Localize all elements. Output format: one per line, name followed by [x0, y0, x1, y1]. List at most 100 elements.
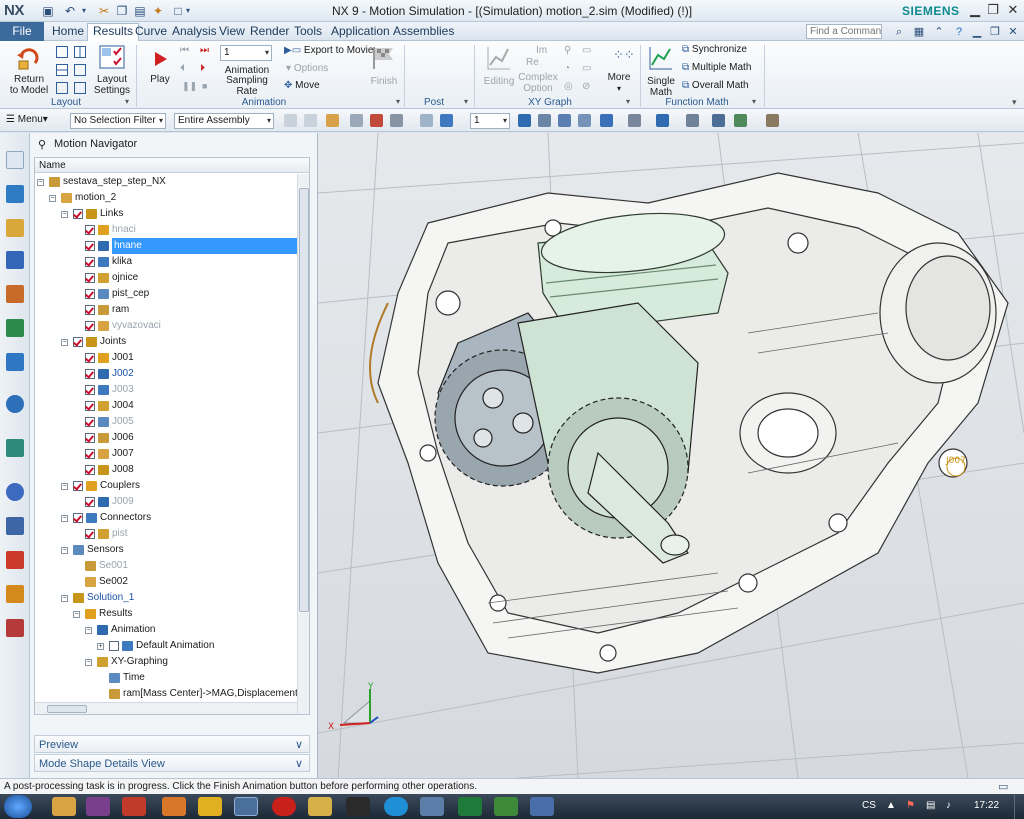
layout-single-icon[interactable]: [56, 46, 68, 58]
filter-icon-1[interactable]: [284, 114, 297, 127]
visibility-checkbox[interactable]: [85, 305, 95, 315]
zoom-icon[interactable]: [538, 114, 551, 127]
tree-row[interactable]: ram: [35, 302, 295, 318]
tree-row[interactable]: − Links: [35, 206, 295, 222]
show-desktop-button[interactable]: [1014, 794, 1024, 819]
collapse-icon[interactable]: −: [61, 595, 68, 602]
collapse-icon[interactable]: −: [49, 195, 56, 202]
close-icon[interactable]: ✕: [1004, 1, 1022, 19]
visibility-checkbox[interactable]: [73, 209, 83, 219]
overall-math-button[interactable]: ⧉ Overall Math: [682, 80, 749, 91]
tree-row[interactable]: ojnice: [35, 270, 295, 286]
visibility-checkbox[interactable]: [85, 289, 95, 299]
layer-select[interactable]: 1 ▾: [470, 113, 510, 129]
tree-row[interactable]: hnaci: [35, 222, 295, 238]
visibility-checkbox[interactable]: [109, 641, 119, 651]
tree-row[interactable]: Time: [35, 670, 295, 686]
graph-tool-icon-3[interactable]: ◔: [564, 63, 570, 74]
graph-tool-icon-4[interactable]: ▭: [582, 63, 591, 74]
more-button[interactable]: ⁘⁘ More ▾: [602, 45, 636, 93]
fit-icon[interactable]: [518, 114, 531, 127]
language-indicator[interactable]: CS: [862, 800, 876, 811]
start-button-icon[interactable]: [4, 795, 32, 818]
preview-panel[interactable]: Preview ∨: [34, 735, 310, 753]
synchronize-button[interactable]: ⧉ Synchronize: [682, 44, 747, 55]
tree-row[interactable]: J005: [35, 414, 295, 430]
vertical-scrollbar[interactable]: [297, 174, 309, 714]
tree-row[interactable]: J001: [35, 350, 295, 366]
complex-option-button[interactable]: Complex Option: [516, 69, 560, 95]
horizontal-scroll-thumb[interactable]: [47, 705, 87, 713]
single-math-button[interactable]: Single Math: [644, 45, 678, 98]
move-button[interactable]: ✥ Move: [284, 80, 320, 94]
layout-quad-icon[interactable]: [74, 64, 86, 76]
tree-row[interactable]: − sestava_step_step_NX: [35, 174, 295, 190]
collapse-icon[interactable]: −: [61, 211, 68, 218]
tree-row[interactable]: J008: [35, 462, 295, 478]
multiple-math-button[interactable]: ⧉ Multiple Math: [682, 62, 751, 73]
document-taskbar-icon[interactable]: [530, 797, 554, 816]
layout-three-icon[interactable]: [56, 82, 68, 94]
tree-row[interactable]: − motion_2: [35, 190, 295, 206]
group-post-process-expand-icon[interactable]: ▾: [464, 97, 468, 106]
tree-row[interactable]: J007: [35, 446, 295, 462]
tree-row[interactable]: vyvazovaci: [35, 318, 295, 334]
snap-icon[interactable]: [326, 114, 339, 127]
collapse-icon[interactable]: −: [85, 659, 92, 666]
finish-button[interactable]: Finish: [366, 45, 402, 93]
vertical-scroll-thumb[interactable]: [299, 188, 309, 612]
app-taskbar-icon-4[interactable]: [198, 797, 222, 816]
collapse-ribbon-icon[interactable]: ⌃: [932, 25, 946, 39]
visibility-checkbox[interactable]: [85, 369, 95, 379]
visibility-checkbox[interactable]: [73, 513, 83, 523]
scope-select[interactable]: Entire Assembly ▾: [174, 113, 274, 129]
visibility-checkbox[interactable]: [85, 497, 95, 507]
first-frame-icon[interactable]: ⏮: [180, 45, 189, 56]
doc-restore-icon[interactable]: ❐: [988, 25, 1002, 39]
web-browser-tab-icon[interactable]: [6, 353, 24, 371]
visibility-checkbox[interactable]: [85, 353, 95, 363]
tree-row[interactable]: klika: [35, 254, 295, 270]
tree-row[interactable]: pist: [35, 526, 295, 542]
tab-analysis[interactable]: Analysis: [172, 24, 217, 39]
layout-split-icon[interactable]: [74, 46, 86, 58]
volume-icon[interactable]: ♪: [946, 800, 951, 811]
file-tab[interactable]: File: [0, 22, 44, 41]
assembly-navigator-tab-icon[interactable]: [6, 185, 24, 203]
tree-row[interactable]: Se001: [35, 558, 295, 574]
last-frame-icon[interactable]: ⏭: [200, 45, 209, 56]
tray-expand-icon[interactable]: ▲: [886, 800, 896, 811]
tree-row[interactable]: J003: [35, 382, 295, 398]
tree-row[interactable]: − Connectors: [35, 510, 295, 526]
window-taskbar-icon[interactable]: [420, 797, 444, 816]
tree-row[interactable]: − Animation: [35, 622, 295, 638]
show-hide-icon[interactable]: [686, 114, 699, 127]
ribbon-options-icon[interactable]: ▾: [1012, 97, 1017, 108]
collapse-icon[interactable]: −: [85, 627, 92, 634]
constraint-navigator-tab-icon[interactable]: [6, 219, 24, 237]
tab-assemblies[interactable]: Assemblies: [393, 24, 454, 39]
visibility-checkbox[interactable]: [85, 449, 95, 459]
tree-row[interactable]: − Results: [35, 606, 295, 622]
history-tab-icon[interactable]: [6, 395, 24, 413]
graph-tool-icon-2[interactable]: ▭: [582, 45, 591, 56]
graphics-viewport[interactable]: J007 Y X: [318, 133, 1024, 778]
collapse-icon[interactable]: −: [61, 483, 68, 490]
palette-tab-icon[interactable]: [6, 619, 24, 637]
group-layout-expand-icon[interactable]: ▾: [125, 97, 129, 106]
tab-view[interactable]: View: [219, 24, 245, 39]
camera-icon[interactable]: [734, 114, 747, 127]
expand-icon[interactable]: +: [97, 643, 104, 650]
opera-taskbar-icon[interactable]: [272, 797, 296, 816]
visibility-checkbox[interactable]: [85, 529, 95, 539]
app-taskbar-icon-2[interactable]: [122, 797, 146, 816]
box-select-icon[interactable]: [390, 114, 403, 127]
visibility-checkbox[interactable]: [85, 241, 95, 251]
horizontal-scrollbar[interactable]: [35, 702, 297, 714]
system-scenes-tab-icon[interactable]: [6, 585, 24, 603]
engine-model-view[interactable]: J007 Y X: [318, 133, 1024, 778]
tree-row[interactable]: J006: [35, 430, 295, 446]
selection-filter-select[interactable]: No Selection Filter ▾: [70, 113, 166, 129]
group-xy-graph-expand-icon[interactable]: ▾: [626, 97, 630, 106]
frame-select[interactable]: 1 ▾: [220, 45, 272, 61]
